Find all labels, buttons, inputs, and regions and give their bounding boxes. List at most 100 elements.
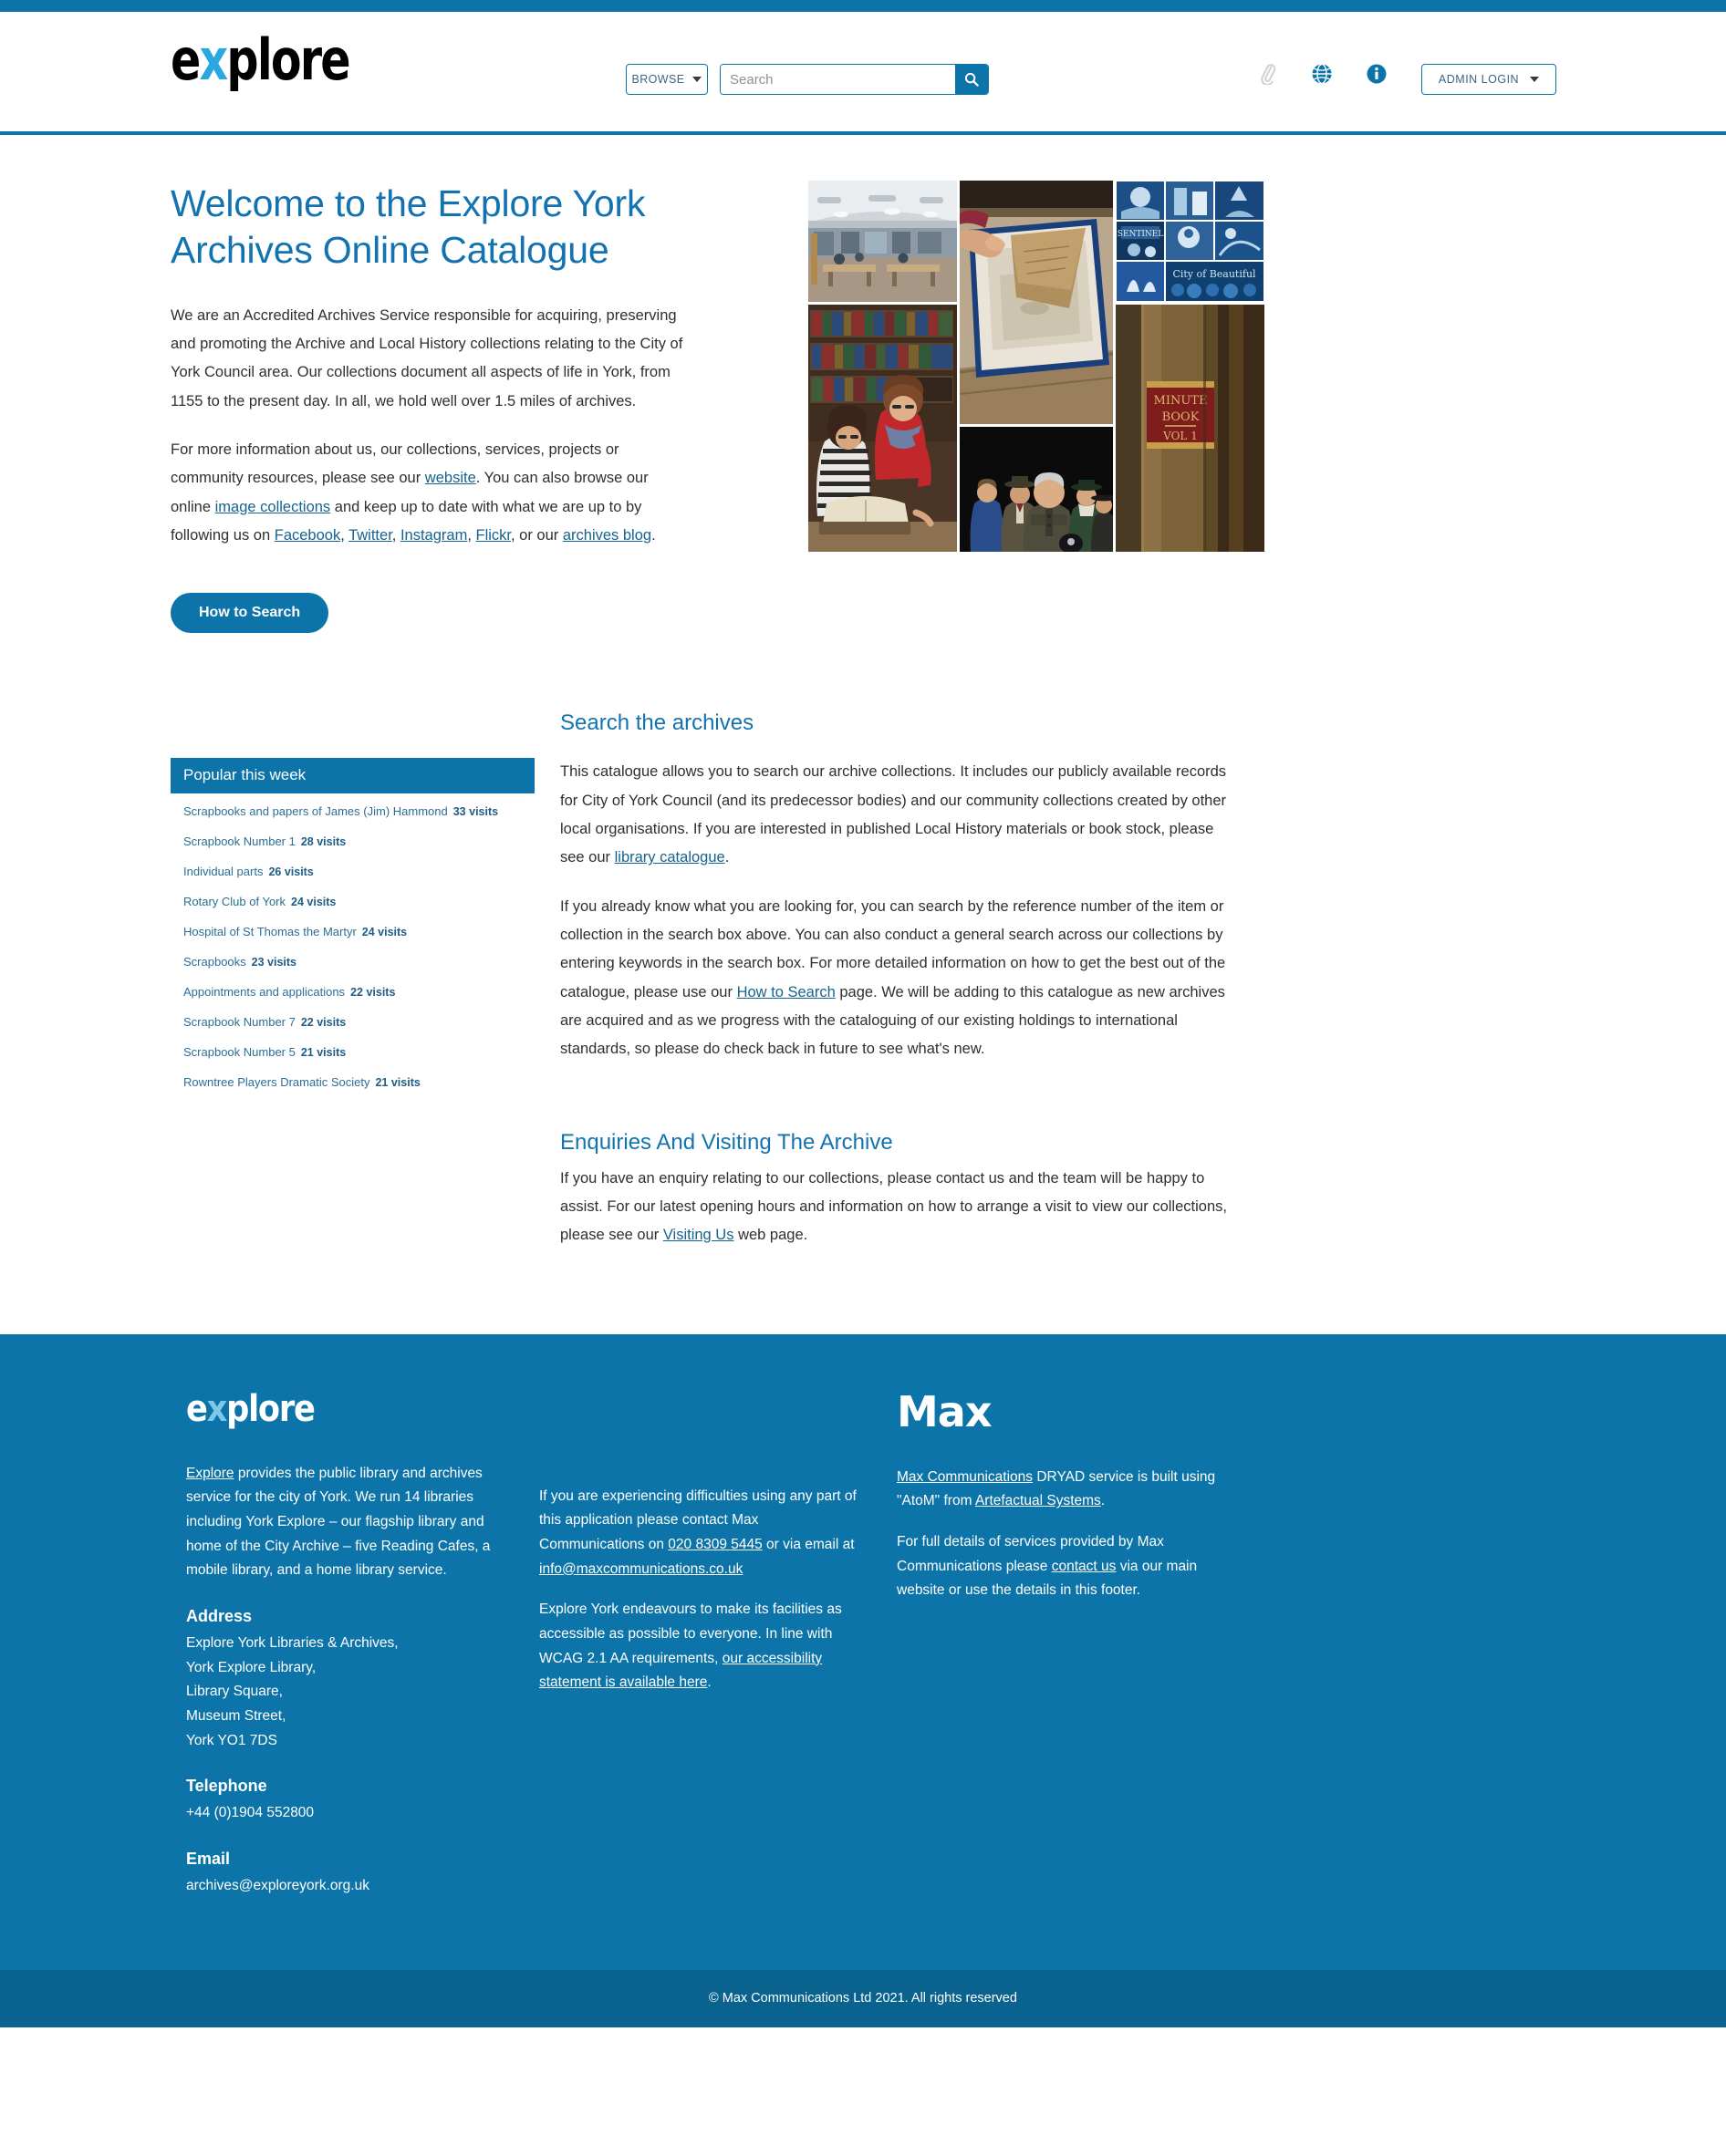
paperclip-icon[interactable] <box>1256 63 1278 86</box>
header-icon-group <box>1256 63 1388 86</box>
address-line: York Explore Library, <box>186 1659 317 1675</box>
archivist-handling-document-photo <box>960 181 1113 424</box>
search-archives-paragraph-2: If you already know what you are looking… <box>560 893 1235 1064</box>
search-archives-paragraph-1: This catalogue allows you to search our … <box>560 758 1235 872</box>
address-heading: Address <box>186 1607 253 1625</box>
popular-item-title[interactable]: Scrapbook Number 1 <box>183 834 296 848</box>
explore-footer-logo: explore <box>186 1391 469 1427</box>
list-item[interactable]: Appointments and applications 22 visits <box>171 985 535 1000</box>
archives-info-column: Search the archives This catalogue allow… <box>560 710 1235 1270</box>
visiting-us-link[interactable]: Visiting Us <box>663 1227 734 1243</box>
max-communications-link[interactable]: Max Communications <box>897 1469 1033 1485</box>
popular-item-title[interactable]: Appointments and applications <box>183 985 345 999</box>
instagram-link[interactable]: Instagram <box>400 527 467 544</box>
library-catalogue-link[interactable]: library catalogue <box>615 849 725 866</box>
telephone-heading: Telephone <box>186 1777 267 1796</box>
admin-login-label: ADMIN LOGIN <box>1438 73 1520 86</box>
popular-item-visits: 23 visits <box>251 956 296 969</box>
email-heading: Email <box>186 1849 231 1868</box>
site-footer: explore Explore provides the public libr… <box>0 1333 1726 1970</box>
list-item[interactable]: Scrapbook Number 5 21 visits <box>171 1045 535 1060</box>
search-p1-text-b: . <box>724 849 730 866</box>
search-input[interactable] <box>721 65 955 94</box>
svg-text:SENTINEL: SENTINEL <box>1118 230 1164 239</box>
svg-text:City of Beautiful: City of Beautiful <box>1172 268 1256 280</box>
popular-item-visits: 26 visits <box>268 866 314 879</box>
popular-item-title[interactable]: Scrapbooks <box>183 955 246 969</box>
search-submit-button[interactable] <box>955 65 988 94</box>
browse-dropdown-button[interactable]: BROWSE <box>626 64 708 95</box>
list-item[interactable]: Scrapbook Number 7 22 visits <box>171 1015 535 1030</box>
address-line: Library Square, <box>186 1684 283 1700</box>
site-header: explore BROWSE Search ADMIN LOGIN <box>0 12 1726 135</box>
enquiries-heading: Enquiries And Visiting The Archive <box>560 1129 893 1155</box>
search-archives-heading: Search the archives <box>560 710 754 736</box>
list-item[interactable]: Scrapbooks and papers of James (Jim) Ham… <box>171 804 535 819</box>
info-icon[interactable] <box>1366 63 1388 85</box>
footer-column-max: Max Max Communications DRYAD service is … <box>880 1391 1245 1915</box>
footer-accessibility-paragraph: Explore York endeavours to make its faci… <box>539 1598 865 1695</box>
support-phone-link[interactable]: 020 8309 5445 <box>668 1537 762 1552</box>
flickr-link[interactable]: Flickr <box>476 527 512 544</box>
address-line: York YO1 7DS <box>186 1732 277 1748</box>
copyright-bar: © Max Communications Ltd 2021. All right… <box>0 1969 1726 2027</box>
popular-item-title[interactable]: Hospital of St Thomas the Martyr <box>183 925 357 938</box>
popular-item-title[interactable]: Rotary Club of York <box>183 895 286 908</box>
footer-logo-text-pre: e <box>186 1387 208 1430</box>
two-women-reading-large-book-photo <box>808 305 957 552</box>
popular-item-visits: 22 visits <box>300 1016 347 1030</box>
accessibility-text-b: . <box>707 1674 712 1691</box>
logo-text-x: x <box>199 26 229 93</box>
intro-p2-text-e: . <box>651 526 656 544</box>
popular-item-title[interactable]: Scrapbooks and papers of James (Jim) Ham… <box>183 804 448 818</box>
popular-panel-heading: Popular this week <box>171 758 535 794</box>
enquiries-text-a: If you have an enquiry relating to our c… <box>560 1169 1227 1244</box>
image-collections-link[interactable]: image collections <box>215 499 331 515</box>
support-text-b: or via email at <box>762 1537 855 1553</box>
archives-blog-link[interactable]: archives blog <box>563 527 651 544</box>
popular-item-title[interactable]: Individual parts <box>183 865 263 878</box>
how-to-search-link[interactable]: How to Search <box>737 984 836 1000</box>
artefactual-systems-link[interactable]: Artefactual Systems <box>975 1493 1101 1508</box>
list-item[interactable]: Individual parts 26 visits <box>171 865 535 879</box>
footer-explore-intro: Explore provides the public library and … <box>186 1462 507 1583</box>
website-link[interactable]: website <box>425 470 476 486</box>
list-item[interactable]: Scrapbook Number 1 28 visits <box>171 834 535 849</box>
browse-label: BROWSE <box>631 73 685 86</box>
facebook-link[interactable]: Facebook <box>275 527 340 544</box>
address-block: Explore York Libraries & Archives, York … <box>186 1632 507 1753</box>
intro-paragraph-1: We are an Accredited Archives Service re… <box>171 306 683 409</box>
globe-icon[interactable] <box>1311 63 1333 85</box>
popular-list: Scrapbooks and papers of James (Jim) Ham… <box>171 793 535 1090</box>
list-item[interactable]: Hospital of St Thomas the Martyr 24 visit… <box>171 925 535 939</box>
popular-item-visits: 28 visits <box>300 835 347 849</box>
logo-text-post: plore <box>226 26 350 93</box>
popular-item-title[interactable]: Scrapbook Number 7 <box>183 1015 296 1029</box>
how-to-search-button[interactable]: How to Search <box>171 593 329 634</box>
search-bar[interactable] <box>720 64 989 95</box>
hero-image-column: SENTINEL City of Beautiful MINUTE BOOK V… <box>808 181 1264 552</box>
popular-item-title[interactable]: Rowntree Players Dramatic Society <box>183 1075 369 1089</box>
footer-logo-text-x: x <box>206 1387 228 1430</box>
enquiries-paragraph: If you have an enquiry relating to our c… <box>560 1165 1235 1250</box>
support-email-link[interactable]: info@maxcommunications.co.uk <box>539 1561 743 1577</box>
intro-p2-text-d: , or our <box>511 526 563 544</box>
copyright-text: © Max Communications Ltd 2021. All right… <box>709 1990 1017 2006</box>
hero-text-column: Welcome to the Explore York Archives Onl… <box>170 181 690 634</box>
minute-book-spine-photo: MINUTE BOOK VOL 1 <box>1116 305 1264 552</box>
theatre-cast-in-costume-photo <box>960 427 1113 552</box>
explore-link[interactable]: Explore <box>186 1466 234 1481</box>
list-item[interactable]: Rowntree Players Dramatic Society 21 visi… <box>171 1075 535 1090</box>
twitter-link[interactable]: Twitter <box>348 527 392 544</box>
admin-login-button[interactable]: ADMIN LOGIN <box>1421 64 1556 95</box>
contact-us-link[interactable]: contact us <box>1052 1559 1117 1574</box>
list-item[interactable]: Scrapbooks 23 visits <box>171 955 535 969</box>
telephone-value: +44 (0)1904 552800 <box>186 1805 315 1821</box>
popular-item-title[interactable]: Scrapbook Number 5 <box>183 1045 296 1059</box>
popular-item-visits: 21 visits <box>375 1076 421 1090</box>
list-item[interactable]: Rotary Club of York 24 visits <box>171 895 535 909</box>
intro-paragraph-2: For more information about us, our colle… <box>171 441 656 544</box>
footer-support-paragraph: If you are experiencing difficulties usi… <box>539 1485 865 1582</box>
chevron-down-icon <box>692 77 702 82</box>
explore-logo[interactable]: explore <box>171 32 351 88</box>
